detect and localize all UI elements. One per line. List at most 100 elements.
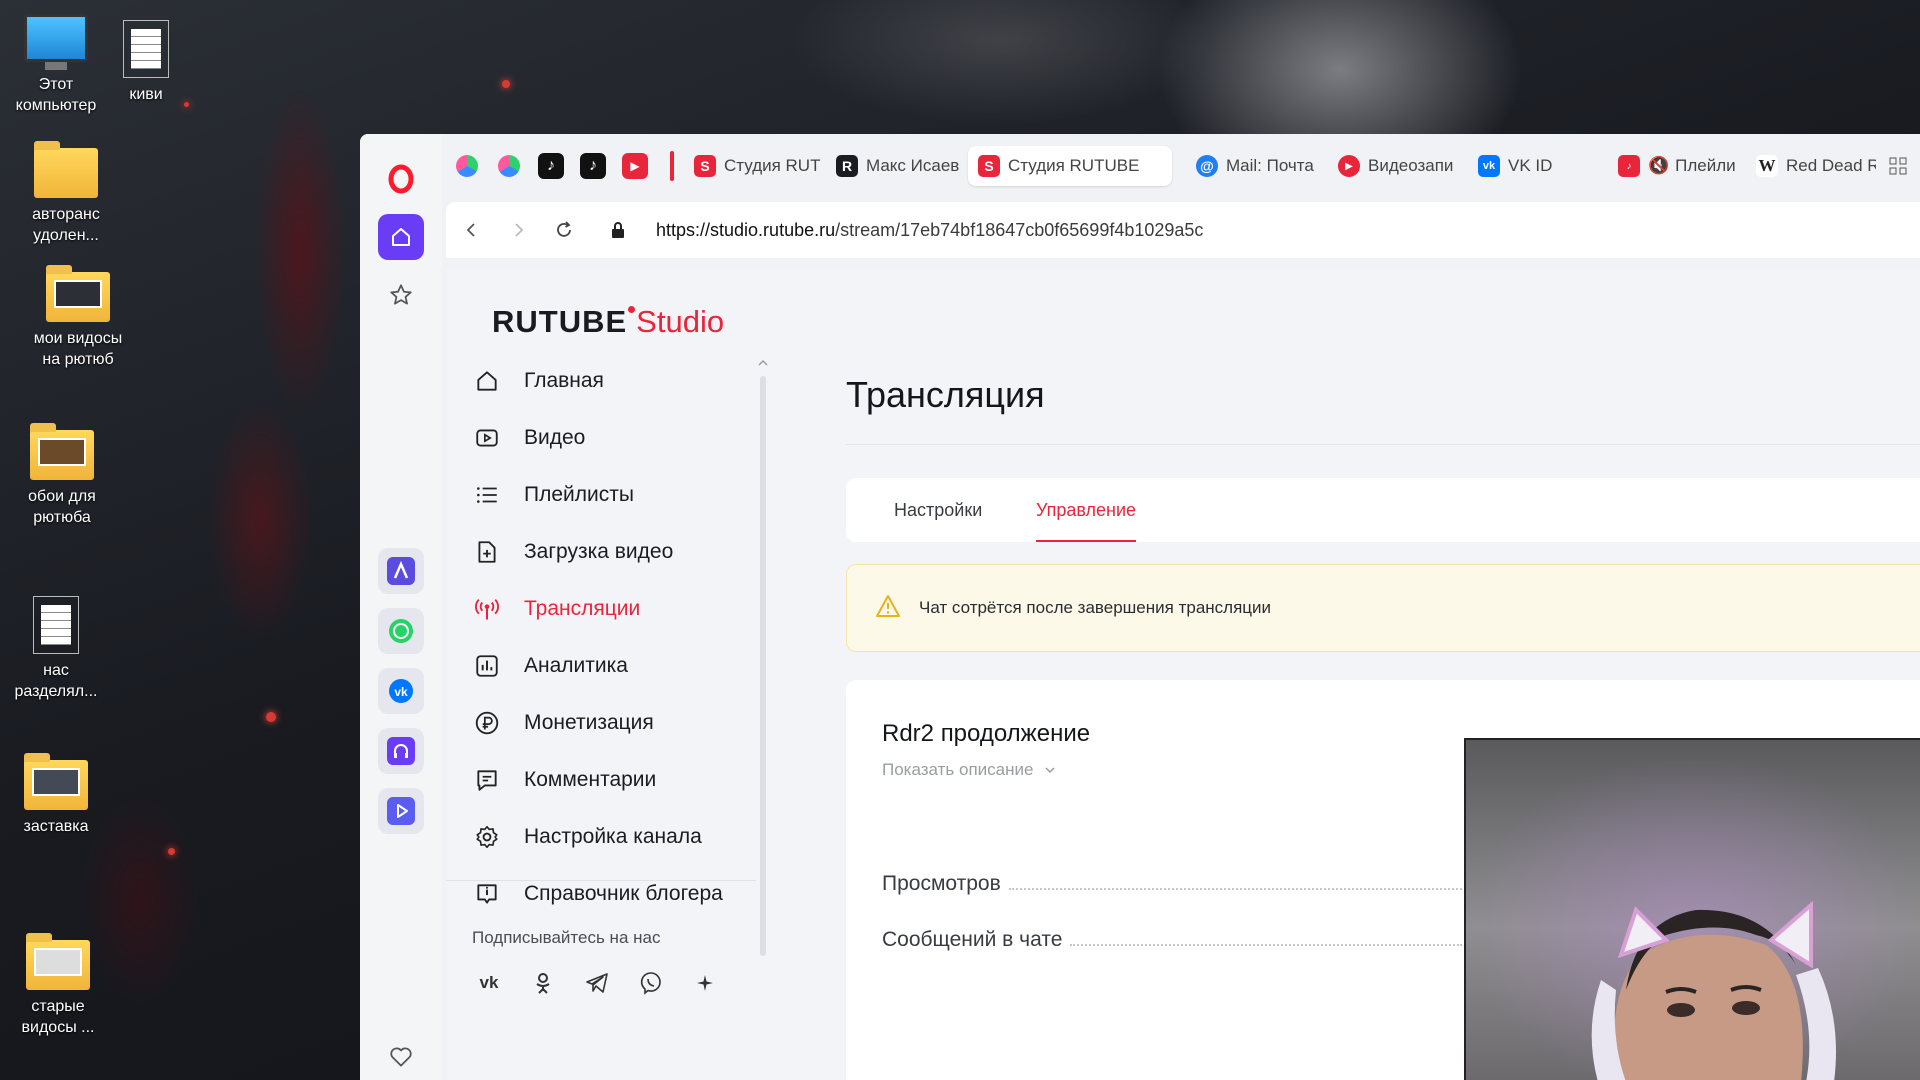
address-bar: https://studio.rutube.ru/stream/17eb74bf… xyxy=(446,202,1920,258)
tab-label: Red Dead R xyxy=(1786,156,1876,175)
star-icon xyxy=(390,284,412,305)
webcam-overlay xyxy=(1464,738,1920,1080)
info-icon xyxy=(472,879,502,909)
site-info-button[interactable] xyxy=(600,212,636,248)
tab[interactable]: ▶ Видеозапи xyxy=(1328,146,1466,186)
sidebar-scrollbar[interactable] xyxy=(758,358,768,958)
tab-label: Студия RUTUBE xyxy=(1008,156,1140,175)
nav-item-home[interactable]: Главная xyxy=(472,352,762,409)
telegram-link[interactable] xyxy=(580,966,614,1000)
scrollbar-thumb[interactable] xyxy=(760,376,766,956)
back-button[interactable] xyxy=(454,212,490,248)
chevron-down-icon xyxy=(1045,767,1055,774)
more-socials-link[interactable] xyxy=(688,966,722,1000)
nav-item-label: Монетизация xyxy=(524,710,654,734)
folder-icon xyxy=(26,933,90,990)
nav-item-broadcasts[interactable]: Трансляции xyxy=(472,580,762,637)
desktop-icon-label: мои видосы на рютюб xyxy=(33,330,123,368)
nav-item-video[interactable]: Видео xyxy=(472,409,762,466)
rutube-studio-logo[interactable]: RUTUBE Studio xyxy=(492,304,724,340)
nav-item-blogger-guide[interactable]: Справочник блогера xyxy=(472,865,762,922)
tab[interactable]: S Студия RUT xyxy=(684,146,824,186)
stat-views: Просмотров xyxy=(882,866,1462,896)
forward-button[interactable] xyxy=(500,212,536,248)
warning-icon xyxy=(875,594,901,623)
opera-menu-button[interactable] xyxy=(378,156,424,202)
desktop-icon-old-videos[interactable]: старые видосы ... xyxy=(10,933,106,1038)
pinned-tab[interactable]: ♪ xyxy=(538,153,564,179)
pinned-tab[interactable]: ▶ xyxy=(622,153,648,179)
nav-item-monetization[interactable]: Монетизация xyxy=(472,694,762,751)
pinned-tab[interactable] xyxy=(454,153,480,179)
nav-item-label: Комментарии xyxy=(524,767,657,791)
logo-text: RUTUBE xyxy=(492,304,628,339)
desktop-icon-nas-razdelyal[interactable]: нас разделял... xyxy=(8,596,104,702)
mute-icon[interactable]: 🔇 xyxy=(1648,156,1669,176)
tab-active[interactable]: S Студия RUTUBE xyxy=(968,146,1172,186)
desktop-icon-zastavka[interactable]: заставка xyxy=(8,753,104,837)
desktop-icon-kivi[interactable]: киви xyxy=(98,20,194,105)
tiktok-icon: ♪ xyxy=(547,157,555,174)
scroll-up-icon[interactable] xyxy=(758,358,768,368)
tab[interactable]: W Red Dead R xyxy=(1746,146,1876,186)
opera-sidebar: vk xyxy=(360,134,442,1080)
rutube-icon: R xyxy=(836,155,858,177)
analytics-icon xyxy=(472,651,502,681)
nav-item-playlists[interactable]: Плейлисты xyxy=(472,466,762,523)
tab-management[interactable]: Управление xyxy=(1036,478,1137,542)
tab-label: Студия RUT xyxy=(724,156,821,175)
logo-studio-text: Studio xyxy=(636,304,725,339)
heart-icon xyxy=(390,1047,412,1067)
nav-item-upload[interactable]: Загрузка видео xyxy=(472,523,762,580)
comment-icon xyxy=(472,765,502,795)
odnoklassniki-link[interactable] xyxy=(526,966,560,1000)
tab-bar: ♪ ♪ ▶ S Студия RUT R Макс Исаев S Студия… xyxy=(442,134,1920,198)
tab[interactable]: ♪ 🔇 Плейли xyxy=(1608,146,1744,186)
aria-button[interactable] xyxy=(378,548,424,594)
player-button[interactable] xyxy=(378,788,424,834)
youtube-icon: ▶ xyxy=(630,159,640,173)
tab-settings[interactable]: Настройки xyxy=(894,478,982,542)
colorful-dots-icon xyxy=(456,155,478,177)
show-description-toggle[interactable]: Показать описание xyxy=(882,760,1057,780)
vk-link[interactable]: vk xyxy=(472,966,506,1000)
text-file-icon xyxy=(123,20,169,78)
odnoklassniki-icon xyxy=(536,973,550,994)
page-title: Трансляция xyxy=(846,374,1045,415)
favorites-button[interactable] xyxy=(378,1034,424,1080)
desktop-icon-this-computer[interactable]: Этот компьютер xyxy=(8,14,104,116)
desktop-icon-my-videos[interactable]: мои видосы на рютюб xyxy=(30,265,126,370)
desktop-icon-label: киви xyxy=(129,86,163,103)
reload-button[interactable] xyxy=(546,212,582,248)
stat-chat-messages: Сообщений в чате xyxy=(882,922,1462,952)
viber-link[interactable] xyxy=(634,966,668,1000)
desktop-icon-wallpapers[interactable]: обои для рютюба xyxy=(14,423,110,528)
nav-item-channel-settings[interactable]: Настройка канала xyxy=(472,808,762,865)
rutube-studio-icon: S xyxy=(694,155,716,177)
tab-menu-button[interactable] xyxy=(1878,151,1918,181)
vk-button[interactable]: vk xyxy=(378,668,424,714)
pinned-tab[interactable] xyxy=(496,153,522,179)
bookmarks-button[interactable] xyxy=(378,272,424,318)
music-player-button[interactable] xyxy=(378,728,424,774)
nav-item-analytics[interactable]: Аналитика xyxy=(472,637,762,694)
chevron-right-icon xyxy=(515,223,524,237)
whatsapp-button[interactable] xyxy=(378,608,424,654)
opera-logo-icon xyxy=(388,164,414,194)
reload-icon xyxy=(557,221,571,237)
tab[interactable]: vk VK ID xyxy=(1468,146,1606,186)
nav-item-comments[interactable]: Комментарии xyxy=(472,751,762,808)
pinned-tab[interactable]: ♪ xyxy=(580,153,606,179)
url-path: /stream/17eb74bf18647cb0f65699f4b1029a5c xyxy=(835,219,1204,240)
desktop-icon-avtorans[interactable]: авторанс удолен... xyxy=(18,141,114,246)
tab[interactable]: R Макс Исаев xyxy=(826,146,966,186)
nav-item-label: Настройка канала xyxy=(524,824,702,848)
home-icon xyxy=(472,366,502,396)
desktop-icon-label: Этот компьютер xyxy=(15,76,97,114)
speed-dial-button[interactable] xyxy=(378,214,424,260)
tab[interactable]: @ Mail: Почта xyxy=(1186,146,1326,186)
tab-label: Mail: Почта xyxy=(1226,156,1314,175)
url-field[interactable]: https://studio.rutube.ru/stream/17eb74bf… xyxy=(656,220,1203,241)
vk-icon: vk xyxy=(389,679,413,703)
studio-sidebar-nav: Главная Видео Плейлисты Загрузка видео Т… xyxy=(472,352,762,922)
